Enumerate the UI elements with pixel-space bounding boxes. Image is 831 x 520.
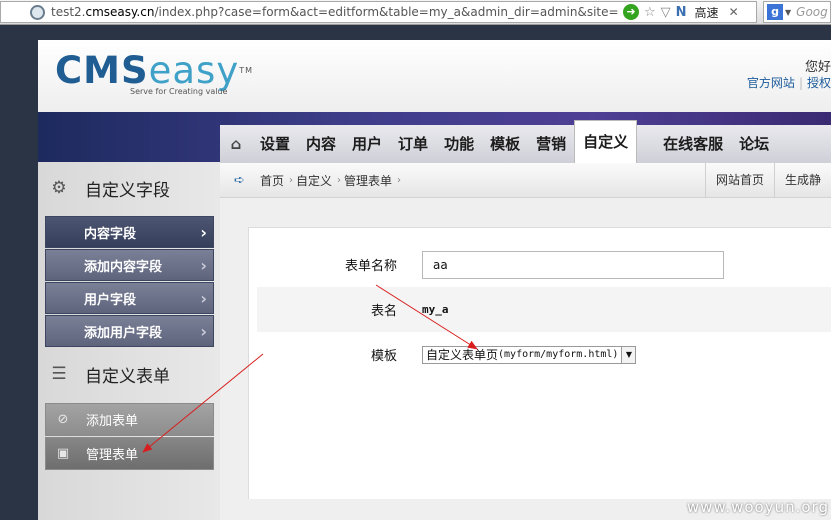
home-icon[interactable]: ⌂ — [220, 125, 252, 163]
tab-orders[interactable]: 订单 — [390, 125, 436, 163]
chevron-right-icon: › — [200, 255, 207, 275]
globe-icon — [30, 4, 45, 20]
template-select[interactable]: 自定义表单页 (myform/myform.html) ▼ — [422, 345, 637, 364]
breadcrumb-separator: › — [337, 174, 342, 186]
tab-settings[interactable]: 设置 — [252, 125, 298, 163]
main-nav: ⌂ 设置 内容 用户 订单 功能 模板 营销 自定义 在线客服 论坛 — [220, 120, 831, 163]
chevron-right-icon: › — [200, 288, 207, 308]
table-name-value: my_a — [422, 303, 449, 316]
tab-online-service[interactable]: 在线客服 — [655, 125, 731, 163]
sidebar-item-label: 用户字段 — [84, 292, 137, 308]
sidebar-item-add-content-field[interactable]: 添加内容字段 › — [45, 249, 214, 281]
template-label: 模板 — [370, 349, 397, 364]
sidebar-item-add-user-field[interactable]: 添加用户字段 › — [45, 315, 214, 347]
sidebar-section-title: 自定义字段 — [85, 180, 170, 201]
browser-toolbar: test2.cmseasy.cn/index.php?case=form&act… — [0, 0, 831, 25]
logo-word: CMSeasyTM — [55, 52, 253, 90]
tab-forum[interactable]: 论坛 — [731, 125, 777, 163]
form-list-icon: ☰ — [51, 364, 67, 384]
sidebar-section-custom-forms: ☰ 自定义表单 — [38, 353, 220, 395]
chevron-right-icon: › — [200, 321, 207, 341]
form-name-value — [422, 250, 724, 279]
official-site-link[interactable]: 官方网站 — [747, 76, 795, 90]
tab-content[interactable]: 内容 — [298, 125, 344, 163]
gear-icon: ⚙ — [51, 178, 67, 198]
logo-easy: easy — [148, 49, 240, 92]
google-icon: g — [767, 4, 783, 20]
breadcrumb-home[interactable]: 首页 — [260, 172, 284, 189]
tab-marketing[interactable]: 营销 — [528, 125, 574, 163]
star-icon[interactable]: ☆ — [644, 5, 656, 20]
sidebar-section-title: 自定义表单 — [85, 366, 170, 387]
sidebar-item-label: 管理表单 — [86, 448, 139, 463]
logo-cms: CMS — [55, 49, 149, 92]
edit-form: 表单名称 表名 my_a 模板 自定义表单页(myform/myform.htm… — [248, 227, 831, 499]
url-prefix: test2. — [51, 5, 86, 19]
chevron-down-icon[interactable]: ▼ — [785, 8, 791, 17]
sidebar-item-add-form[interactable]: ⊘ 添加表单 — [45, 403, 214, 436]
sidebar-item-manage-forms[interactable]: ▣ 管理表单 — [45, 437, 214, 470]
speed-icon[interactable]: N — [676, 5, 687, 20]
address-bar[interactable]: test2.cmseasy.cn/index.php?case=form&act… — [0, 1, 757, 23]
logo-tm: TM — [239, 66, 254, 75]
speed-label[interactable]: 高速 — [695, 4, 719, 21]
paperclip-icon: ⊘ — [57, 412, 69, 427]
url-text[interactable]: test2.cmseasy.cn/index.php?case=form&act… — [51, 5, 619, 19]
logo[interactable]: CMSeasyTM Serve for Creating value — [55, 52, 253, 97]
dropdown-icon[interactable]: ▽ — [661, 5, 671, 20]
template-select-name: 自定义表单页 — [426, 348, 499, 362]
form-row-table: 表名 my_a — [257, 287, 831, 332]
sidebar-item-content-fields[interactable]: 内容字段 › — [45, 216, 214, 248]
sidebar-item-label: 内容字段 — [84, 226, 137, 242]
url-path: /index.php?case=form&act=editform&table=… — [154, 5, 619, 19]
back-arrow-icon[interactable]: ➪ — [234, 173, 252, 188]
sidebar-item-label: 添加表单 — [86, 414, 139, 429]
close-icon[interactable]: ✕ — [729, 5, 739, 19]
url-host: cmseasy.cn — [85, 5, 155, 19]
form-row-template: 模板 自定义表单页 (myform/myform.html) ▼ — [257, 332, 831, 377]
template-value: 自定义表单页 (myform/myform.html) ▼ — [422, 345, 637, 364]
notebook-icon: ▣ — [56, 446, 70, 461]
sidebar-item-user-fields[interactable]: 用户字段 › — [45, 282, 214, 314]
search-placeholder: Goog — [796, 5, 828, 19]
breadcrumb-custom[interactable]: 自定义 — [296, 172, 332, 189]
divider: | — [798, 76, 803, 90]
generate-static-button[interactable]: 生成静 — [773, 163, 831, 197]
table-name-label: 表名 — [370, 304, 397, 319]
tab-custom[interactable]: 自定义 — [574, 120, 638, 163]
breadcrumb-actions: 网站首页 生成静 — [704, 163, 831, 197]
sidebar-item-label: 添加用户字段 — [84, 325, 163, 341]
chevron-down-icon[interactable]: ▼ — [621, 346, 636, 363]
main-content: 表单名称 表名 my_a 模板 自定义表单页(myform/myform.htm… — [220, 199, 831, 520]
sidebar-item-label: 添加内容字段 — [84, 259, 163, 275]
watermark: www.wooyun.org — [686, 498, 829, 516]
sidebar: ⚙ 自定义字段 内容字段 › 添加内容字段 › 用户字段 › 添加用户字段 › ☰ 自定… — [38, 162, 220, 520]
tab-functions[interactable]: 功能 — [436, 125, 482, 163]
breadcrumb-manage-forms[interactable]: 管理表单 — [344, 172, 392, 189]
form-row-name: 表单名称 — [257, 242, 831, 287]
template-select-path: (myform/myform.html) — [498, 349, 619, 360]
license-link[interactable]: 授权 — [807, 76, 831, 90]
greeting: 您好 — [804, 60, 831, 75]
header-links: 官方网站 | 授权 — [747, 74, 831, 91]
admin-page: CMSeasyTM Serve for Creating value 您好 官方… — [38, 40, 831, 520]
tab-templates[interactable]: 模板 — [482, 125, 528, 163]
breadcrumb: ➪ 首页 › 自定义 › 管理表单 › 网站首页 生成静 — [220, 163, 831, 198]
chevron-right-icon: › — [200, 222, 207, 242]
breadcrumb-separator: › — [289, 174, 294, 186]
site-home-button[interactable]: 网站首页 — [704, 163, 774, 197]
form-name-label: 表单名称 — [344, 259, 397, 274]
breadcrumb-separator: › — [397, 174, 402, 186]
sidebar-section-custom-fields: ⚙ 自定义字段 — [38, 167, 220, 209]
search-box[interactable]: g ▼ Goog — [763, 1, 831, 23]
form-name-input[interactable] — [422, 250, 724, 279]
go-arrow-icon[interactable]: ➜ — [623, 4, 639, 20]
header: CMSeasyTM Serve for Creating value 您好 官方… — [38, 40, 831, 112]
tab-users[interactable]: 用户 — [344, 125, 390, 163]
